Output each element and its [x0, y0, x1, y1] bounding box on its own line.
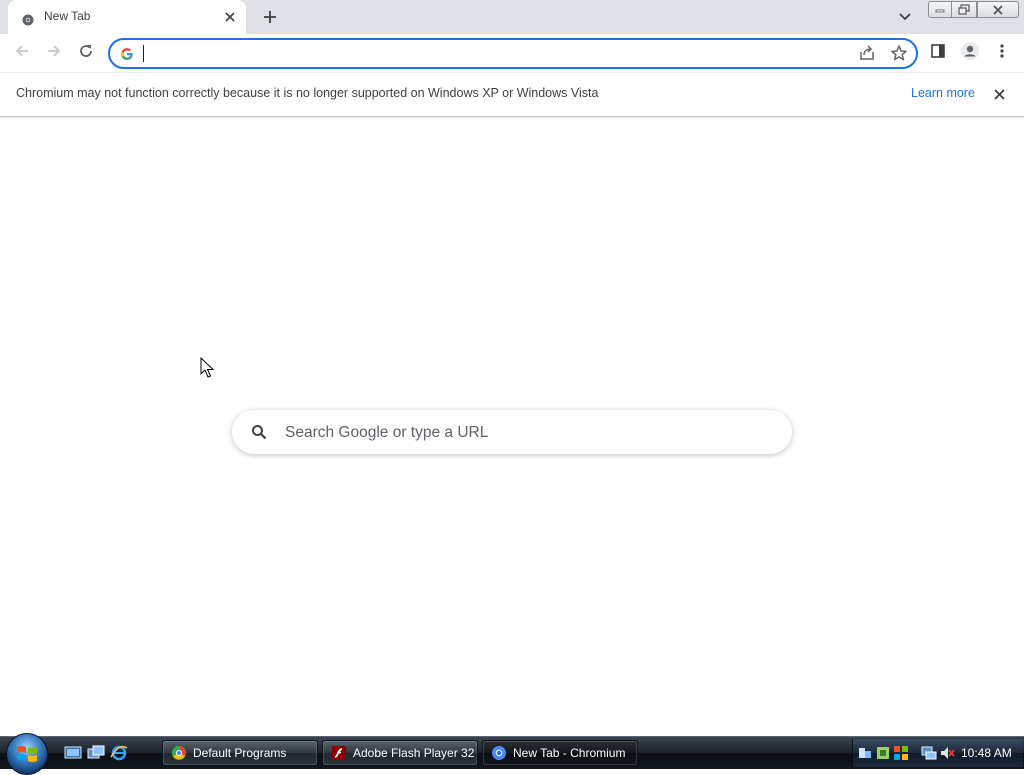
default-programs-icon — [171, 745, 187, 761]
window-close-button[interactable] — [977, 1, 1019, 18]
profile-icon — [960, 41, 980, 65]
chromium-icon — [491, 745, 507, 761]
side-panel-icon — [930, 43, 946, 63]
tab-search-chevron-down-icon[interactable] — [896, 8, 914, 26]
forward-button[interactable] — [42, 41, 66, 65]
window-restore-button[interactable] — [951, 1, 977, 18]
windows-taskbar: Default Programs Adobe Flash Player 32 N… — [0, 733, 1024, 775]
chromium-favicon-icon — [22, 11, 34, 26]
text-caret — [143, 45, 144, 62]
taskbar-button-label: Adobe Flash Player 32 — [353, 746, 475, 760]
search-icon — [251, 424, 267, 440]
tab-strip: New Tab — [0, 0, 1024, 34]
back-arrow-icon — [14, 43, 30, 63]
forward-arrow-icon — [46, 43, 62, 63]
window-minimize-button[interactable] — [928, 1, 952, 18]
volume-muted-icon[interactable] — [939, 745, 955, 761]
omnibox[interactable] — [108, 38, 918, 69]
taskbar-button-flash-player[interactable]: Adobe Flash Player 32 — [322, 740, 478, 766]
menu-button[interactable] — [990, 41, 1014, 65]
ntp-search-box[interactable] — [232, 410, 792, 454]
google-g-icon — [120, 46, 134, 60]
internet-explorer-icon[interactable] — [110, 745, 128, 761]
learn-more-link[interactable]: Learn more — [911, 86, 975, 100]
infobar-message: Chromium may not function correctly beca… — [16, 86, 599, 100]
new-tab-plus-icon[interactable] — [259, 6, 281, 28]
infobar-close-icon[interactable] — [991, 86, 1007, 102]
omnibox-input[interactable] — [148, 43, 852, 65]
flash-icon — [331, 745, 347, 761]
menu-kebab-icon — [1000, 43, 1004, 63]
security-center-icon[interactable] — [893, 745, 909, 761]
back-button[interactable] — [10, 41, 34, 65]
profile-button[interactable] — [958, 41, 982, 65]
network-icon[interactable] — [857, 745, 873, 761]
taskbar-button-label: Default Programs — [193, 746, 287, 760]
mouse-pointer-icon — [200, 356, 216, 379]
side-panel-button[interactable] — [926, 41, 950, 65]
sync-icon[interactable] — [875, 745, 891, 761]
system-tray: 10:48 AM — [852, 739, 1023, 767]
windows-logo-icon — [17, 746, 37, 762]
taskbar-button-label: New Tab - Chromium — [513, 746, 626, 760]
reload-icon — [78, 43, 94, 63]
taskbar-button-chromium[interactable]: New Tab - Chromium — [482, 740, 638, 766]
start-button[interactable] — [6, 733, 48, 775]
show-desktop-icon[interactable] — [64, 745, 82, 761]
taskbar-clock[interactable]: 10:48 AM — [961, 746, 1012, 760]
tab-new-tab[interactable]: New Tab — [8, 0, 246, 34]
tab-title: New Tab — [44, 9, 91, 23]
tab-close-icon[interactable] — [223, 10, 237, 24]
monitor-network-icon[interactable] — [921, 745, 937, 761]
taskbar-button-default-programs[interactable]: Default Programs — [162, 740, 318, 766]
browser-toolbar — [0, 34, 1024, 72]
reload-button[interactable] — [74, 41, 98, 65]
ntp-search-input[interactable] — [283, 421, 767, 445]
bookmark-star-icon[interactable] — [890, 44, 908, 62]
share-icon[interactable] — [858, 44, 876, 62]
switch-windows-icon[interactable] — [87, 745, 105, 761]
unsupported-os-infobar: Chromium may not function correctly beca… — [0, 72, 1024, 117]
